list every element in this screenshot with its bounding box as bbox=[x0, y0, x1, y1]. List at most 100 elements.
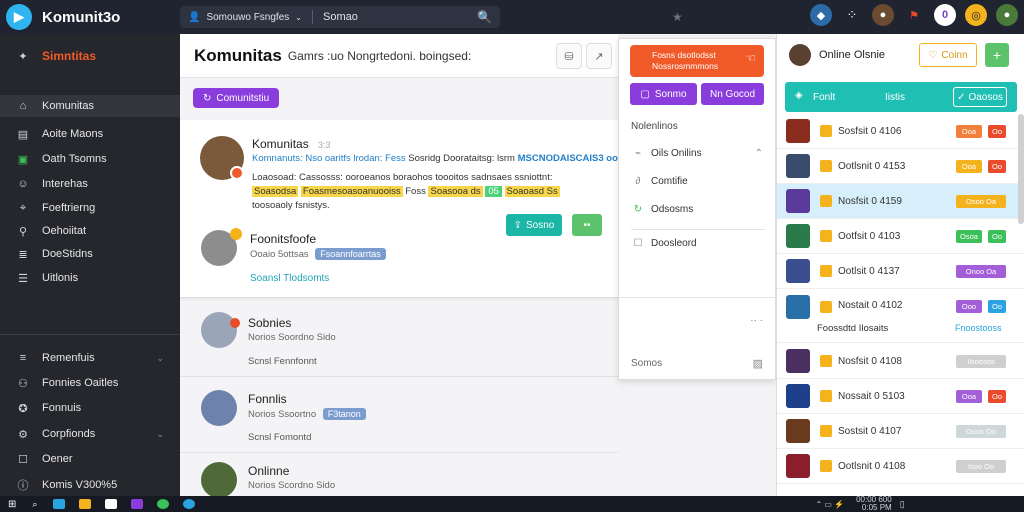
tab-a[interactable]: Fonlt bbox=[813, 92, 835, 103]
list-item[interactable]: Sostsit 0 4107 Ooos Oo bbox=[777, 414, 1024, 449]
teal-action-button[interactable]: ⇪ Sosno bbox=[506, 214, 562, 236]
more-label[interactable]: ·· · bbox=[750, 315, 763, 326]
more-button[interactable]: •• bbox=[572, 214, 602, 236]
coin-icon[interactable]: ◎ bbox=[965, 4, 987, 26]
windows-start-icon[interactable]: ⊞ bbox=[8, 499, 16, 510]
flag-icon[interactable]: ⚑ bbox=[903, 4, 925, 26]
list-item[interactable]: Fonnlis Norios Ssoortno F3tanon Scnsl Fo… bbox=[180, 386, 618, 450]
sidebar-item-12[interactable]: ☐ Oener bbox=[0, 448, 180, 470]
tab-c[interactable]: ✓ Oaosos bbox=[953, 87, 1007, 107]
sidebar-item-11[interactable]: ⚙ Corpfionds ⌄ bbox=[0, 423, 180, 445]
sidebar-item-komunitas[interactable]: ⌂ Komunitas bbox=[0, 95, 180, 117]
person-icon: ☺ bbox=[17, 178, 29, 190]
edge-icon[interactable] bbox=[183, 499, 196, 509]
row-sub-link[interactable]: Fnoostooss bbox=[955, 323, 1002, 333]
scrollbar[interactable] bbox=[1018, 114, 1024, 224]
list-item[interactable]: Nossait 0 5103 Ooa Oo bbox=[777, 379, 1024, 414]
community-button[interactable]: ↻ Comunitstiu bbox=[193, 88, 280, 108]
sidebar-item-7[interactable]: ☰ Uitlonis bbox=[0, 267, 180, 289]
search-icon[interactable]: ⌕ bbox=[32, 499, 37, 510]
taskview-icon[interactable] bbox=[53, 499, 66, 509]
image-icon[interactable]: ▨ bbox=[753, 357, 763, 370]
sidebar-item-1[interactable]: ▤ Aoite Maons bbox=[0, 123, 180, 145]
user-icon: 👤 bbox=[188, 11, 201, 23]
star-icon[interactable]: ★ bbox=[672, 10, 683, 24]
menu-item-0[interactable]: ⌁ Oils Onilins ⌃ bbox=[631, 139, 765, 167]
top-icons: ◆ ⁘ ● ⚑ 0 ◎ ● bbox=[810, 4, 1018, 26]
secondary-button[interactable]: Nn Gocod bbox=[701, 83, 764, 105]
page-header: Komunitas Gamrs :uo Nongrtedoni. boingse… bbox=[180, 34, 618, 78]
sidebar-item-5[interactable]: ⚲ Oehoiitat bbox=[0, 220, 180, 242]
post-author[interactable]: Komunitas 3:3 bbox=[252, 137, 331, 151]
list-item[interactable]: Ootlsnit 0 4153 Ooa Oo bbox=[777, 149, 1024, 184]
alert-icon bbox=[230, 318, 240, 328]
search-icon[interactable]: 🔍 bbox=[477, 10, 492, 24]
pin-icon: ⚲ bbox=[18, 225, 28, 238]
subpost-tag[interactable]: Fsoannfoarrtas bbox=[315, 248, 386, 260]
bag-icon[interactable]: ⛁ bbox=[556, 43, 582, 69]
share-icon[interactable]: ↗ bbox=[586, 43, 612, 69]
menu-item-1[interactable]: ∂ Comtifie bbox=[631, 167, 765, 195]
list-item[interactable]: Nosfsit 0 4108 Ilsoosos bbox=[777, 344, 1024, 379]
twitch-icon[interactable] bbox=[131, 499, 144, 509]
user-avatar[interactable] bbox=[789, 44, 811, 66]
tab-b[interactable]: Iistis bbox=[885, 92, 905, 103]
sidebar-item-10[interactable]: ✪ Fonnuis bbox=[0, 397, 180, 419]
folder-icon[interactable] bbox=[79, 499, 92, 509]
sidebar-item-3[interactable]: ☺ Interehas bbox=[0, 173, 180, 195]
list-item[interactable]: Onlinne Norios Scordno Sido bbox=[180, 460, 618, 498]
refresh-icon: ↻ bbox=[633, 203, 643, 215]
list-item[interactable]: Ootlsnit 0 4108 Isoo Oo bbox=[777, 449, 1024, 484]
tray-icons[interactable]: ⌃ ▭ ⚡ bbox=[815, 500, 844, 509]
sidebar-item-4[interactable]: ⌖ Foeftrierng bbox=[0, 197, 180, 219]
list-icon: ☰ bbox=[18, 272, 28, 285]
chevron-down-icon: ⌄ bbox=[156, 428, 164, 439]
browser-icon[interactable] bbox=[157, 499, 170, 509]
clock[interactable]: 00:00 600 0:05 PM bbox=[856, 496, 892, 512]
subpost-link[interactable]: Soansl Tlodsomts bbox=[250, 273, 329, 284]
friend-avatar-icon[interactable]: ● bbox=[872, 4, 894, 26]
list-item[interactable]: Ootfsit 0 4103 Osoa Oo bbox=[777, 219, 1024, 254]
app-name: Komunit3o bbox=[42, 8, 121, 26]
menu-item-3[interactable]: ☐ Doosleord bbox=[631, 229, 765, 257]
store-icon[interactable] bbox=[105, 499, 118, 509]
subpost-name[interactable]: Foonitsfoofe bbox=[250, 232, 316, 246]
sidebar-item-8[interactable]: ≡ Remenfuis ⌄ bbox=[0, 347, 180, 369]
list-item-selected[interactable]: Nosfsit 0 4159 Osoo Oa bbox=[777, 184, 1024, 219]
sidebar-item-9[interactable]: ⚇ Fonnies Oaitles bbox=[0, 372, 180, 394]
search-scope-select[interactable]: Somouwo Fsngfes bbox=[206, 12, 289, 23]
feed-tag[interactable]: F3tanon bbox=[322, 408, 366, 420]
notice-banner[interactable]: Fosns dsotlodsst Nossrosmmmons ☜ bbox=[630, 45, 764, 77]
user-avatar-icon[interactable]: ● bbox=[996, 4, 1018, 26]
search-bar[interactable]: 👤 Somouwo Fsngfes ⌄ Somao 🔍 bbox=[180, 6, 500, 28]
notification-center-icon[interactable]: ▯ bbox=[900, 499, 905, 510]
bell-icon: ≡ bbox=[19, 352, 27, 364]
list-item[interactable]: Ootlsit 0 4137 Onoo Oa bbox=[777, 254, 1024, 289]
users-icon: ⚇ bbox=[18, 377, 28, 390]
app-logo[interactable]: ▶ Komunit3o bbox=[0, 0, 180, 34]
add-button[interactable]: + bbox=[985, 43, 1009, 67]
follow-button[interactable]: ♡ Coinn bbox=[919, 43, 977, 67]
game-avatar-icon[interactable]: ◆ bbox=[810, 4, 832, 26]
sidebar-brand[interactable]: ✦ Simntitas bbox=[0, 45, 180, 67]
list-item[interactable]: Sobnies Norios Soordno Sido Scnsl Fennfo… bbox=[180, 304, 618, 368]
hand-icon: ☜ bbox=[745, 51, 756, 65]
notifications-icon[interactable]: 0 bbox=[934, 4, 956, 26]
search-input[interactable]: Somao bbox=[323, 11, 477, 23]
primary-button[interactable]: ▢ Sonmo bbox=[630, 83, 697, 105]
grid-icon[interactable]: ⁘ bbox=[841, 4, 863, 26]
sidebar-item-13[interactable]: ⓘ Komis V300%5 bbox=[0, 474, 180, 496]
list-item[interactable]: Nostait 0 4102 Ooo Oo Foossdtd Ilosaits … bbox=[777, 289, 1024, 343]
right-panel-header: Online Olsnie ♡ Coinn + bbox=[777, 34, 1024, 76]
online-status-icon bbox=[230, 166, 244, 180]
post-body-line4: toosoaoly fsnistys. bbox=[252, 200, 330, 211]
tag-icon: ⌖ bbox=[19, 201, 27, 214]
left-sidebar: ✦ Simntitas ⌂ Komunitas ▤ Aoite Maons ▣ Oat… bbox=[0, 34, 180, 496]
post-body-line3: Soasodsa Foasmesoasoanuooiss Foss Soasoo… bbox=[252, 186, 560, 197]
sidebar-item-2[interactable]: ▣ Oath Tsomns bbox=[0, 148, 180, 170]
list-item[interactable]: Sosfsit 0 4106 Ooa Oo bbox=[777, 114, 1024, 149]
sidebar-item-6[interactable]: ≣ DoeStidns bbox=[0, 243, 180, 265]
menu-item-2[interactable]: ↻ Odsosms bbox=[631, 195, 765, 223]
page-subtitle: Gamrs :uo Nongrtedoni. boingsed: bbox=[287, 48, 472, 63]
check-icon: ✓ bbox=[957, 91, 966, 103]
